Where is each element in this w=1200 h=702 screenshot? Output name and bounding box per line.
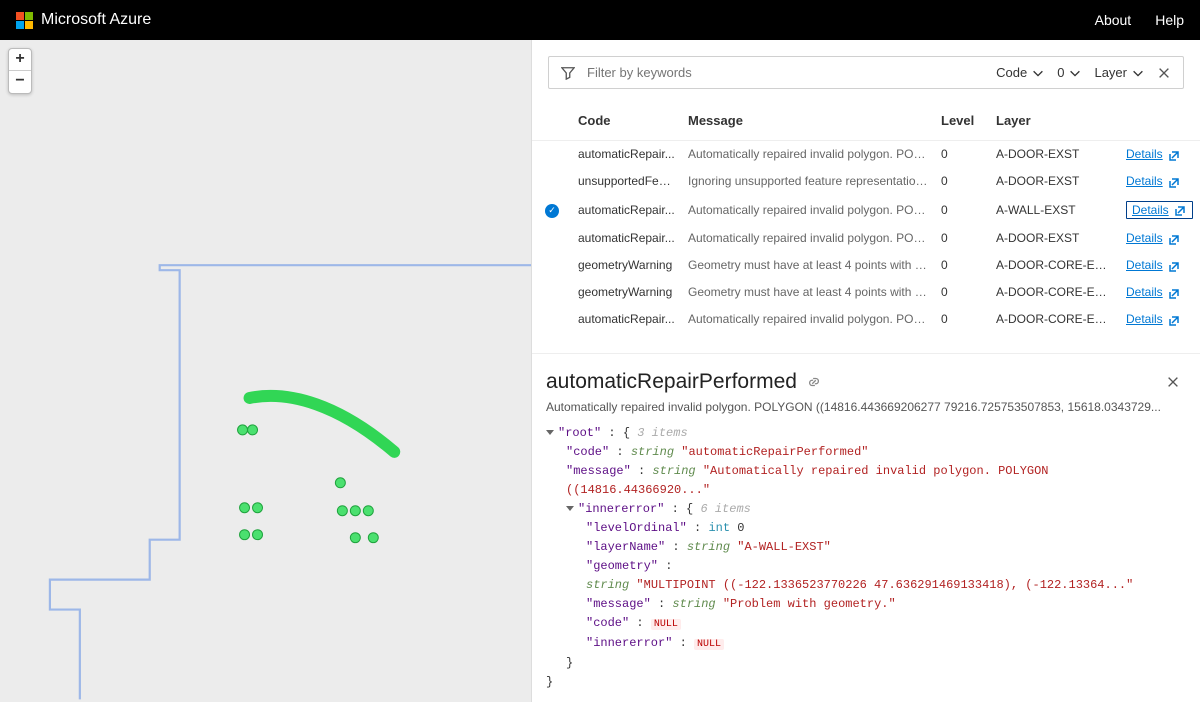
col-message[interactable]: Message: [682, 103, 935, 141]
table-row[interactable]: automaticRepair...Automatically repaired…: [532, 306, 1200, 333]
cell-message: Automatically repaired invalid polygon. …: [682, 141, 935, 168]
details-link[interactable]: Details: [1126, 201, 1193, 219]
about-link[interactable]: About: [1095, 12, 1132, 28]
cell-level: 0: [935, 195, 990, 225]
cell-code: geometryWarning: [572, 279, 682, 306]
table-row[interactable]: geometryWarningGeometry must have at lea…: [532, 279, 1200, 306]
cell-message: Automatically repaired invalid polygon. …: [682, 195, 935, 225]
cell-code: automaticRepair...: [572, 141, 682, 168]
json-tree: "root" : { 3 items "code" : string "auto…: [546, 424, 1180, 692]
zoom-out-button[interactable]: −: [9, 71, 31, 93]
map-panel[interactable]: + −: [0, 40, 532, 702]
cell-layer: A-DOOR-EXST: [990, 168, 1120, 195]
filter-input[interactable]: [587, 65, 984, 80]
col-layer[interactable]: Layer: [990, 103, 1120, 141]
cell-code: unsupportedFeat...: [572, 168, 682, 195]
table-row[interactable]: geometryWarningGeometry must have at lea…: [532, 252, 1200, 279]
chevron-down-icon: [1031, 66, 1045, 80]
detail-panel: automaticRepairPerformed Automatically r…: [532, 353, 1200, 702]
cell-layer: A-DOOR-CORE-EXST: [990, 279, 1120, 306]
microsoft-logo-icon: [16, 12, 33, 29]
close-icon[interactable]: [1166, 375, 1180, 389]
filter-bar: Code 0 Layer: [548, 56, 1184, 89]
detail-subtitle: Automatically repaired invalid polygon. …: [546, 400, 1180, 414]
cell-layer: A-DOOR-CORE-EXST: [990, 306, 1120, 333]
cell-level: 0: [935, 225, 990, 252]
details-link[interactable]: Details: [1126, 285, 1181, 299]
table-row[interactable]: automaticRepair...Automatically repaired…: [532, 141, 1200, 168]
zoom-control: + −: [8, 48, 32, 94]
cell-message: Geometry must have at least 4 points wit…: [682, 279, 935, 306]
cell-message: Automatically repaired invalid polygon. …: [682, 225, 935, 252]
cell-code: automaticRepair...: [572, 306, 682, 333]
details-link[interactable]: Details: [1126, 231, 1181, 245]
cell-level: 0: [935, 306, 990, 333]
cell-level: 0: [935, 168, 990, 195]
cell-code: automaticRepair...: [572, 225, 682, 252]
details-link[interactable]: Details: [1126, 174, 1181, 188]
close-icon[interactable]: [1157, 66, 1171, 80]
col-level[interactable]: Level: [935, 103, 990, 141]
cell-level: 0: [935, 279, 990, 306]
detail-title: automaticRepairPerformed: [546, 370, 797, 394]
filter-icon: [561, 66, 575, 80]
details-link[interactable]: Details: [1126, 147, 1181, 161]
cell-layer: A-DOOR-EXST: [990, 141, 1120, 168]
header-bar: Microsoft Azure About Help: [0, 0, 1200, 40]
errors-table: Code Message Level Layer automaticRepair…: [532, 89, 1200, 333]
level-dropdown[interactable]: 0: [1057, 65, 1082, 80]
table-row[interactable]: ✓ automaticRepair...Automatically repaire…: [532, 195, 1200, 225]
chevron-down-icon: [1131, 66, 1145, 80]
map-canvas[interactable]: [0, 40, 531, 702]
cell-message: Ignoring unsupported feature representat…: [682, 168, 935, 195]
cell-layer: A-WALL-EXST: [990, 195, 1120, 225]
errors-panel: Code 0 Layer: [532, 40, 1200, 702]
details-link[interactable]: Details: [1126, 258, 1181, 272]
help-link[interactable]: Help: [1155, 12, 1184, 28]
link-icon[interactable]: [807, 375, 821, 389]
cell-message: Geometry must have at least 4 points wit…: [682, 252, 935, 279]
details-link[interactable]: Details: [1126, 312, 1181, 326]
brand-label: Microsoft Azure: [41, 11, 151, 29]
cell-layer: A-DOOR-CORE-EXST: [990, 252, 1120, 279]
col-code[interactable]: Code: [572, 103, 682, 141]
table-row[interactable]: automaticRepair...Automatically repaired…: [532, 225, 1200, 252]
code-dropdown[interactable]: Code: [996, 65, 1045, 80]
layer-dropdown[interactable]: Layer: [1094, 65, 1145, 80]
cell-level: 0: [935, 141, 990, 168]
zoom-in-button[interactable]: +: [9, 49, 31, 71]
cell-layer: A-DOOR-EXST: [990, 225, 1120, 252]
chevron-down-icon: [1068, 66, 1082, 80]
table-row[interactable]: unsupportedFeat...Ignoring unsupported f…: [532, 168, 1200, 195]
selected-indicator-icon: ✓: [545, 204, 559, 218]
cell-level: 0: [935, 252, 990, 279]
cell-message: Automatically repaired invalid polygon. …: [682, 306, 935, 333]
cell-code: geometryWarning: [572, 252, 682, 279]
cell-code: automaticRepair...: [572, 195, 682, 225]
